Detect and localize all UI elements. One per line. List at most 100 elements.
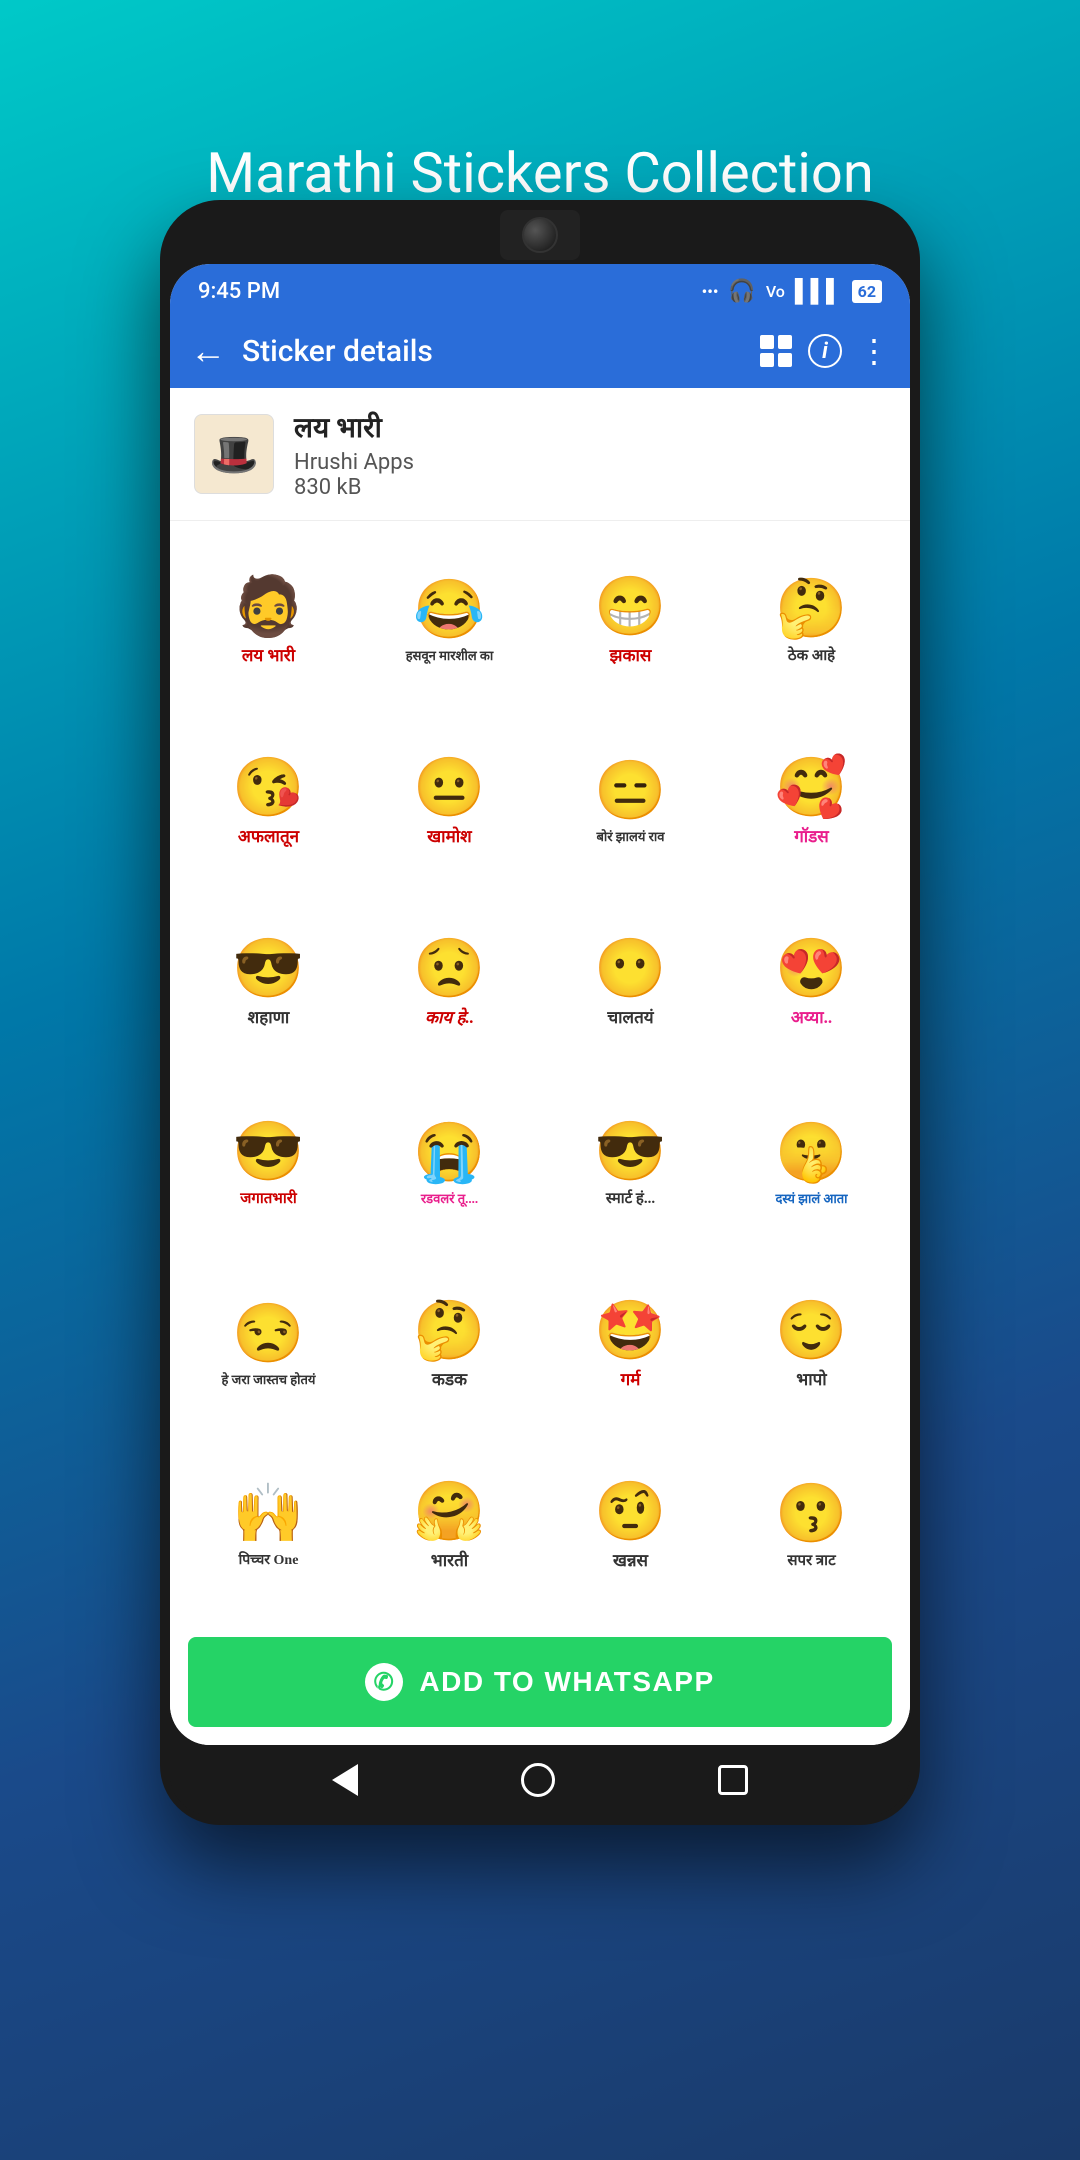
sticker-cell[interactable]: 🤨 खन्नस xyxy=(540,1434,721,1615)
grid-cell-4 xyxy=(778,353,792,367)
back-button[interactable]: ← xyxy=(190,330,226,372)
sticker-cell[interactable]: 😐 खामोश xyxy=(359,710,540,891)
nav-home-button[interactable] xyxy=(521,1763,555,1797)
sticker-emoji: 😁 xyxy=(594,573,666,641)
sticker-cell[interactable]: 🤩 गर्म xyxy=(540,1253,721,1434)
sticker-cell[interactable]: 😎 स्मार्ट हं... xyxy=(540,1072,721,1253)
sticker-label: रडवलरं तू.... xyxy=(421,1189,478,1207)
sticker-emoji: 😍 xyxy=(775,935,847,1003)
camera-lens xyxy=(522,217,558,253)
nav-back-button[interactable] xyxy=(332,1764,358,1796)
sticker-emoji: 🤫 xyxy=(775,1119,847,1187)
sticker-cell[interactable]: 😎 जगातभारी xyxy=(178,1072,359,1253)
sticker-label: गॉडस xyxy=(794,824,829,847)
sticker-label: पिच्चर One xyxy=(239,1550,299,1569)
camera-bump xyxy=(500,210,580,260)
sticker-cell[interactable]: 🤫 दस्यं झालं आता xyxy=(721,1072,902,1253)
sticker-label: खामोश xyxy=(427,824,471,847)
sticker-cell[interactable]: 😁 झकास xyxy=(540,529,721,710)
sticker-label: झकास xyxy=(610,643,652,666)
sticker-cell[interactable]: 😎 शहाणा xyxy=(178,891,359,1072)
add-to-whatsapp-button[interactable]: ✆ ADD TO WHATSAPP xyxy=(188,1637,892,1727)
sticker-pack-icon: 🎩 xyxy=(194,414,274,494)
sticker-label: लय भारी xyxy=(242,643,295,666)
sticker-label: स्मार्ट हं... xyxy=(606,1188,655,1208)
grid-view-button[interactable] xyxy=(760,335,792,367)
sticker-label: जगातभारी xyxy=(240,1188,296,1208)
sticker-emoji: 😎 xyxy=(594,1118,666,1186)
sticker-emoji: 😐 xyxy=(413,754,485,822)
sticker-emoji: 😂 xyxy=(413,576,485,644)
bars-icon: ▌▌▌ xyxy=(795,278,842,304)
sticker-emoji: 🥰 xyxy=(775,754,847,822)
sticker-label: काय हे.. xyxy=(425,1005,474,1028)
sticker-cell[interactable]: 🤔 कडक xyxy=(359,1253,540,1434)
sticker-cell[interactable]: 😑 बोरं झालयं राव xyxy=(540,710,721,891)
sticker-label: हे जरा जास्तच होतयं xyxy=(222,1370,316,1388)
sticker-emoji: 😭 xyxy=(413,1119,485,1187)
sticker-label: सपर त्राट xyxy=(787,1550,835,1570)
sticker-emoji: 🤔 xyxy=(413,1297,485,1365)
grid-cell-3 xyxy=(760,353,774,367)
add-button-label: ADD TO WHATSAPP xyxy=(419,1666,714,1698)
app-bar: ← Sticker details i ⋮ xyxy=(170,314,910,388)
sticker-emoji: 🤩 xyxy=(594,1297,666,1365)
sticker-cell[interactable]: 🤔 ठेक आहे xyxy=(721,529,902,710)
sticker-label: गर्म xyxy=(621,1367,641,1390)
sticker-emoji: 😘 xyxy=(232,754,304,822)
sticker-cell[interactable]: 😘 अफलातून xyxy=(178,710,359,891)
nav-recents-button[interactable] xyxy=(718,1765,748,1795)
sticker-grid: 🧔 लय भारी 😂 हसवून मारशील का 😁 झकास 🤔 ठेक… xyxy=(170,521,910,1623)
sticker-label: चालतयं xyxy=(607,1005,653,1028)
sticker-emoji: 🧔 xyxy=(232,573,304,641)
sticker-label: बोरं झालयं राव xyxy=(596,827,664,845)
sticker-pack-size: 830 kB xyxy=(294,475,414,500)
sticker-cell[interactable]: 🙌 पिच्चर One xyxy=(178,1434,359,1615)
whatsapp-logo-circle: ✆ xyxy=(365,1663,403,1701)
whatsapp-icon: ✆ xyxy=(374,1668,396,1697)
sticker-emoji: 😑 xyxy=(594,757,666,825)
sticker-emoji: 😒 xyxy=(232,1300,304,1368)
add-button-bar: ✆ ADD TO WHATSAPP xyxy=(170,1623,910,1745)
sticker-emoji: 🤗 xyxy=(413,1478,485,1546)
sticker-cell[interactable]: 😶 चालतयं xyxy=(540,891,721,1072)
sticker-emoji: 🤨 xyxy=(594,1478,666,1546)
sticker-label: कडक xyxy=(432,1367,467,1390)
phone-screen: 9:45 PM ••• 🎧 Vo ▌▌▌ 62 ← Sticker detail… xyxy=(170,264,910,1745)
sticker-emoji: 😶 xyxy=(594,935,666,1003)
sticker-label: ठेक आहे xyxy=(788,645,835,665)
sticker-cell[interactable]: 😟 काय हे.. xyxy=(359,891,540,1072)
sticker-emoji: 🙌 xyxy=(232,1480,304,1548)
sticker-label: खन्नस xyxy=(613,1548,648,1571)
sticker-cell[interactable]: 😍 अय्या.. xyxy=(721,891,902,1072)
headphones-icon: 🎧 xyxy=(728,279,755,304)
sticker-emoji: 😎 xyxy=(232,1118,304,1186)
sticker-pack-info: लय भारी Hrushi Apps 830 kB xyxy=(294,408,414,500)
sticker-cell[interactable]: 🤗 भारती xyxy=(359,1434,540,1615)
sticker-cell[interactable]: 😭 रडवलरं तू.... xyxy=(359,1072,540,1253)
sticker-cell[interactable]: 🥰 गॉडस xyxy=(721,710,902,891)
sticker-cell[interactable]: 😂 हसवून मारशील का xyxy=(359,529,540,710)
sticker-label: भारती xyxy=(431,1548,468,1571)
sticker-cell[interactable]: 😗 सपर त्राट xyxy=(721,1434,902,1615)
sticker-emoji: 😗 xyxy=(775,1480,847,1548)
sticker-label: दस्यं झालं आता xyxy=(775,1189,847,1207)
sticker-cell[interactable]: 🧔 लय भारी xyxy=(178,529,359,710)
sticker-pack-header: 🎩 लय भारी Hrushi Apps 830 kB xyxy=(170,388,910,521)
sticker-pack-author: Hrushi Apps xyxy=(294,450,414,475)
phone-nav-bar xyxy=(170,1745,910,1815)
status-time: 9:45 PM xyxy=(198,279,280,304)
more-button[interactable]: ⋮ xyxy=(858,332,890,370)
grid-cell-1 xyxy=(760,335,774,349)
info-button[interactable]: i xyxy=(808,334,842,368)
sticker-emoji: 😌 xyxy=(775,1297,847,1365)
battery-icon: 62 xyxy=(852,280,882,303)
sticker-label: शहाणा xyxy=(248,1005,290,1028)
dots-icon: ••• xyxy=(702,282,719,301)
sticker-cell[interactable]: 😌 भापो xyxy=(721,1253,902,1434)
sticker-cell[interactable]: 😒 हे जरा जास्तच होतयं xyxy=(178,1253,359,1434)
status-bar: 9:45 PM ••• 🎧 Vo ▌▌▌ 62 xyxy=(170,264,910,314)
sticker-label: भापो xyxy=(796,1367,826,1390)
phone-device: 9:45 PM ••• 🎧 Vo ▌▌▌ 62 ← Sticker detail… xyxy=(160,200,920,1825)
sticker-emoji: 😟 xyxy=(413,935,485,1003)
